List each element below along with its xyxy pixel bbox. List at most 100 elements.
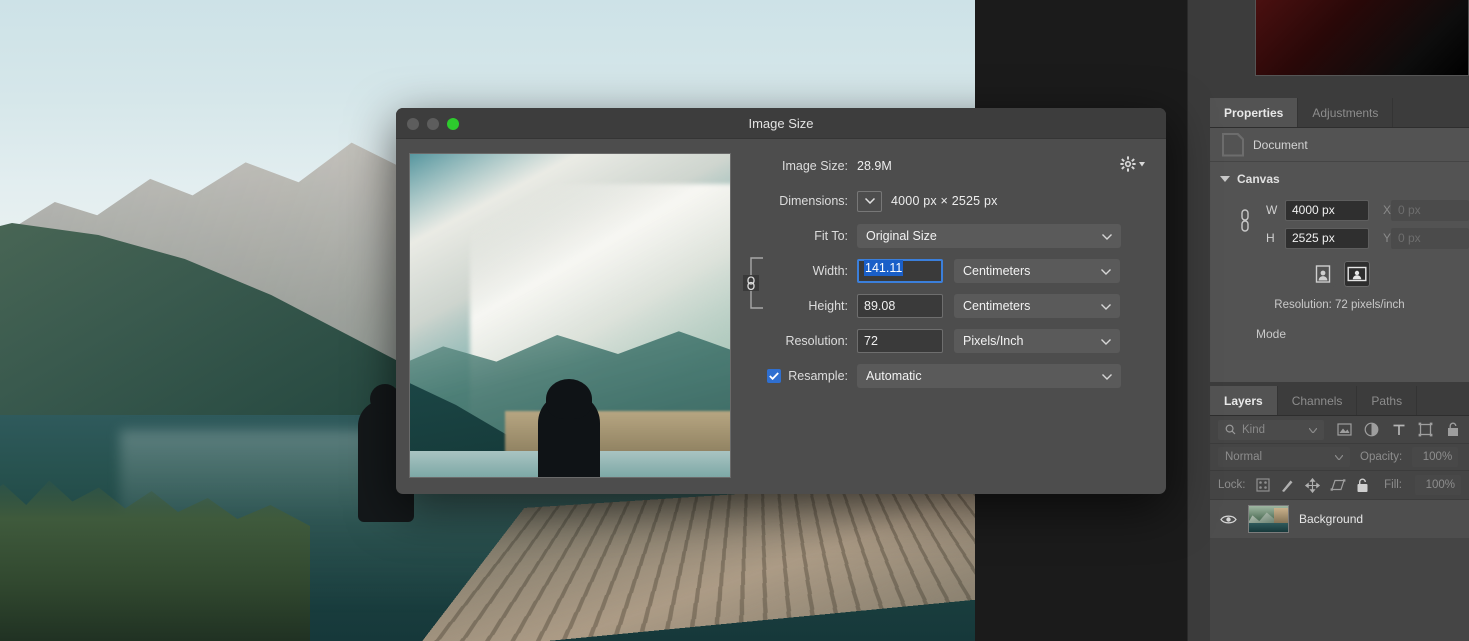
color-picker-gradient[interactable] <box>1255 0 1469 76</box>
width-value: 141.11 <box>864 260 904 276</box>
canvas-fields: W X H Y <box>1210 192 1469 341</box>
resolution-label: Resolution: <box>785 334 848 348</box>
dialog-footer: Cancel OK <box>396 478 1166 494</box>
type-filter-icon[interactable] <box>1390 421 1407 438</box>
layer-filter-icons <box>1336 421 1461 438</box>
canvas-x-input[interactable] <box>1391 199 1469 221</box>
tab-adjustments[interactable]: Adjustments <box>1298 98 1394 127</box>
document-label: Document <box>1253 137 1308 152</box>
landscape-orientation-button[interactable] <box>1343 261 1370 287</box>
resolution-input[interactable]: 72 <box>857 329 943 353</box>
dimensions-units-button[interactable] <box>857 190 882 212</box>
lock-transparency-icon[interactable] <box>1255 477 1271 493</box>
blend-mode-value: Normal <box>1225 451 1263 463</box>
image-size-value: 28.9M <box>857 159 892 173</box>
canvas-height-label: H <box>1266 231 1275 245</box>
canvas-y-input[interactable] <box>1391 227 1469 249</box>
chevron-down-icon <box>1139 161 1145 166</box>
chevron-down-icon <box>1334 451 1344 463</box>
opacity-label: Opacity: <box>1360 451 1403 463</box>
lock-row: Lock: Fill: 100% <box>1210 471 1469 500</box>
chevron-down-icon <box>1220 176 1230 182</box>
shape-filter-icon[interactable] <box>1417 421 1434 438</box>
chevron-down-icon <box>1101 264 1111 278</box>
layer-kind-select[interactable]: Kind <box>1218 419 1324 440</box>
chain-link-icon <box>743 257 763 309</box>
width-input[interactable]: 141.11 <box>857 259 943 283</box>
resample-label: Resample: <box>788 369 848 383</box>
resample-row: Resample: Automatic <box>749 363 1153 389</box>
height-input[interactable]: 89.08 <box>857 294 943 318</box>
resample-select[interactable]: Automatic <box>857 364 1121 388</box>
canvas-x-label: X <box>1383 203 1392 217</box>
tab-channels-label: Channels <box>1291 393 1343 408</box>
right-panel-dock: Properties Adjustments Document Canvas W… <box>1210 0 1469 641</box>
eye-icon <box>1219 515 1237 523</box>
smartobject-filter-icon[interactable] <box>1444 421 1461 438</box>
tab-paths[interactable]: Paths <box>1357 386 1418 415</box>
document-row[interactable]: Document <box>1210 128 1469 162</box>
lock-all-icon[interactable] <box>1355 477 1371 493</box>
dialog-titlebar[interactable]: Image Size <box>396 108 1166 139</box>
resolution-unit-select[interactable]: Pixels/Inch <box>954 329 1120 353</box>
lock-image-icon[interactable] <box>1280 477 1296 493</box>
image-size-row: Image Size: 28.9M <box>749 153 1153 179</box>
tab-channels[interactable]: Channels <box>1277 386 1358 415</box>
image-size-label: Image Size: <box>781 159 848 173</box>
image-size-dialog: Image Size Image Size: 28.9M Dimensions:… <box>396 108 1166 494</box>
aspect-ratio-link-button[interactable] <box>737 254 771 312</box>
photoshop-window: Properties Adjustments Document Canvas W… <box>0 0 1469 641</box>
canvas-width-label: W <box>1266 203 1278 217</box>
blend-mode-row: Normal Opacity: 100% <box>1210 444 1469 471</box>
resample-checkbox[interactable] <box>767 369 782 383</box>
blend-mode-select[interactable]: Normal <box>1218 447 1350 467</box>
tab-layers[interactable]: Layers <box>1210 386 1278 415</box>
portrait-orientation-button[interactable] <box>1309 261 1336 287</box>
resolution-value: 72 <box>864 334 878 348</box>
height-unit-value: Centimeters <box>963 299 1031 313</box>
table-row[interactable]: Background <box>1210 500 1469 538</box>
dimensions-value: 4000 px × 2525 px <box>891 194 998 208</box>
image-preview[interactable] <box>409 153 731 478</box>
height-unit-select[interactable]: Centimeters <box>954 294 1120 318</box>
close-icon[interactable] <box>407 118 419 130</box>
minimize-icon[interactable] <box>427 118 439 130</box>
gear-icon <box>1120 156 1136 172</box>
dialog-title: Image Size <box>748 115 814 131</box>
layer-kind-label: Kind <box>1242 423 1266 436</box>
opacity-value[interactable]: 100% <box>1412 447 1459 467</box>
resample-value: Automatic <box>866 369 922 383</box>
search-icon <box>1225 424 1236 435</box>
chevron-down-icon <box>1101 299 1111 313</box>
landscape-orientation-icon <box>1347 266 1367 282</box>
width-unit-select[interactable]: Centimeters <box>954 259 1120 283</box>
portrait-orientation-icon <box>1315 265 1330 283</box>
lock-artboard-icon[interactable] <box>1330 477 1346 493</box>
height-value: 89.08 <box>864 299 896 313</box>
canvas-link-icon[interactable] <box>1236 204 1254 238</box>
canvas-section-header[interactable]: Canvas <box>1210 166 1469 192</box>
chevron-down-icon <box>1101 334 1111 348</box>
fill-value[interactable]: 100% <box>1415 475 1461 495</box>
resample-checkbox-wrap: Resample: <box>749 369 857 383</box>
canvas-height-input[interactable] <box>1285 227 1369 249</box>
width-row: Width: 141.11 Centimeters <box>749 258 1153 284</box>
chain-link-glyph <box>1241 209 1249 232</box>
layers-panel: Layers Channels Paths Kind Normal Opacit… <box>1210 386 1469 641</box>
tab-properties-label: Properties <box>1224 105 1284 120</box>
layer-visibility-toggle[interactable] <box>1218 514 1238 525</box>
image-filter-icon[interactable] <box>1336 421 1353 438</box>
adjustment-filter-icon[interactable] <box>1363 421 1380 438</box>
fit-to-value: Original Size <box>866 229 937 243</box>
maximize-icon[interactable] <box>447 118 459 130</box>
lock-position-icon[interactable] <box>1305 477 1321 493</box>
dialog-options-button[interactable] <box>1120 156 1145 172</box>
properties-panel: Properties Adjustments Document Canvas W… <box>1210 98 1469 382</box>
fit-to-label: Fit To: <box>814 229 848 243</box>
fit-to-select[interactable]: Original Size <box>857 224 1121 248</box>
tab-properties[interactable]: Properties <box>1210 98 1299 127</box>
canvas-width-input[interactable] <box>1285 199 1369 221</box>
canvas-y-label: Y <box>1383 231 1392 245</box>
orientation-buttons <box>1210 261 1469 287</box>
layers-tabbar: Layers Channels Paths <box>1210 386 1469 416</box>
